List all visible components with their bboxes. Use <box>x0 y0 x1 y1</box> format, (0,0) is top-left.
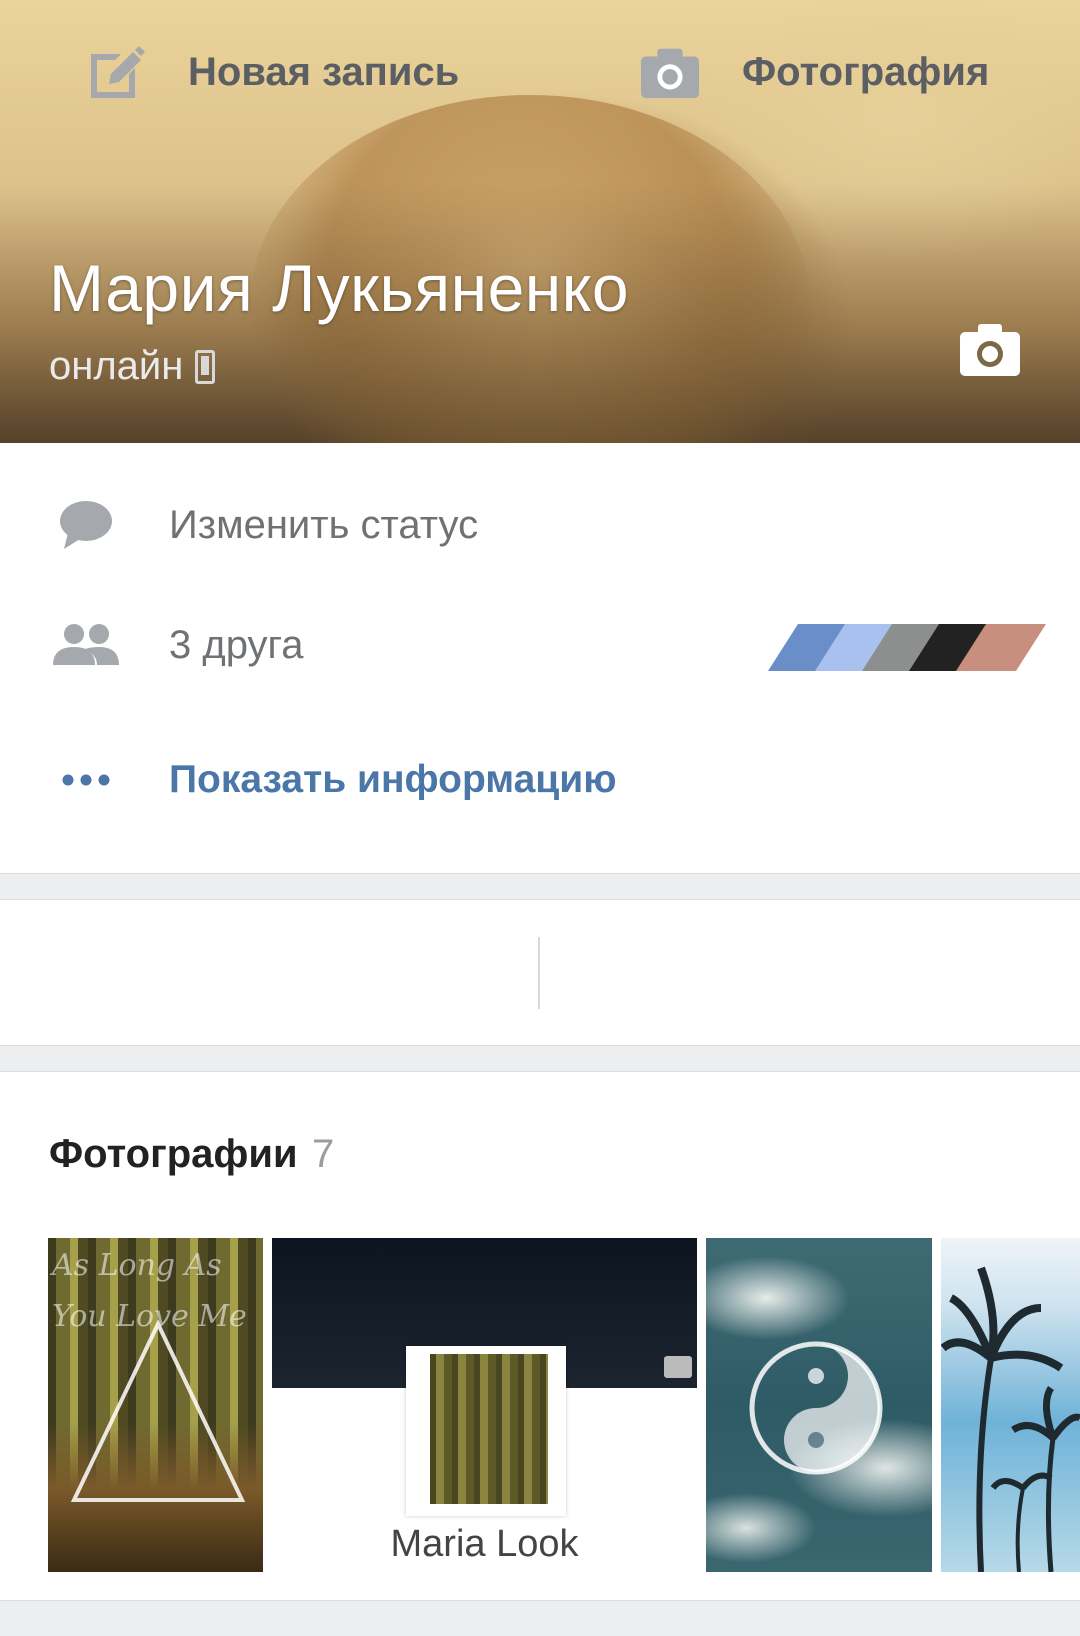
change-cover-camera-icon[interactable] <box>958 320 1022 380</box>
new-post-label: Новая запись <box>188 50 460 94</box>
people-icon <box>50 615 122 675</box>
profile-name: Мария Лукьяненко <box>49 251 630 325</box>
show-info-row[interactable]: Показать информацию <box>0 740 1080 820</box>
friends-count-label: 3 друга <box>169 622 304 667</box>
section-separator <box>0 1600 1080 1636</box>
photo-thumbnail[interactable]: As Long As You Love Me <box>48 1238 263 1572</box>
friend-avatars-strip[interactable] <box>768 623 1058 673</box>
show-info-link: Показать информацию <box>169 758 617 801</box>
change-status-label: Изменить статус <box>169 502 479 547</box>
edit-pencil-icon <box>86 43 146 103</box>
online-status: онлайн <box>49 344 216 389</box>
new-post-button[interactable]: Новая запись <box>86 0 459 145</box>
post-actions-bar <box>0 900 1080 1045</box>
photo-caption: Maria Look <box>390 1523 579 1565</box>
palm-trees-graphic <box>941 1266 1080 1572</box>
speech-bubble-icon <box>50 495 122 555</box>
change-status-row[interactable]: Изменить статус <box>0 485 1080 565</box>
nested-photo-frame <box>406 1346 566 1516</box>
camera-icon <box>640 43 700 103</box>
triangle-graphic <box>70 1319 246 1502</box>
add-photo-button[interactable]: Фотография <box>640 0 989 145</box>
section-separator <box>0 1045 1080 1072</box>
camera-badge-icon <box>664 1356 692 1378</box>
photo-thumbnail[interactable]: Maria Look <box>272 1238 697 1572</box>
add-photo-label: Фотография <box>742 50 990 94</box>
photo-overlay-text: As Long As You Love Me <box>52 1248 247 1334</box>
online-status-text: онлайн <box>49 344 184 388</box>
more-dots-icon <box>50 750 122 810</box>
photo-thumbnail[interactable] <box>706 1238 932 1572</box>
yin-yang-icon <box>749 1341 883 1475</box>
actions-divider <box>538 937 540 1009</box>
photos-count: 7 <box>312 1132 335 1176</box>
section-separator <box>0 873 1080 900</box>
mobile-phone-icon <box>195 349 216 384</box>
nested-forest-photo <box>430 1354 548 1504</box>
photos-section-title[interactable]: Фотографии <box>49 1132 298 1177</box>
photo-thumbnail[interactable] <box>941 1238 1080 1572</box>
